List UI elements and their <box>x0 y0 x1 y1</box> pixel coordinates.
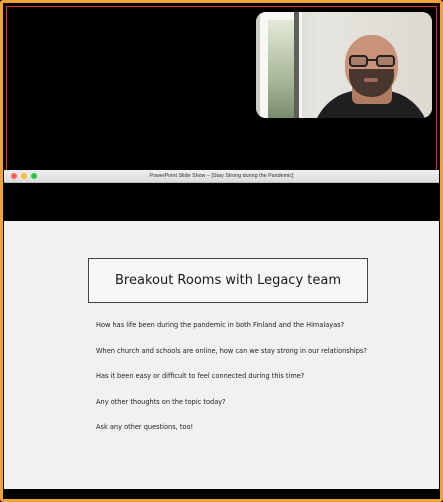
window-title: PowerPoint Slide Show – [Stay Strong dur… <box>149 173 294 179</box>
slide-question: When church and schools are online, how … <box>96 346 367 355</box>
participant-glasses <box>349 55 395 67</box>
participant-video-thumbnail[interactable] <box>256 12 432 118</box>
glasses-left-lens <box>349 55 368 67</box>
glasses-right-lens <box>376 55 395 67</box>
slide-letterbox-bottom <box>4 489 439 498</box>
presentation-slide[interactable]: Breakout Rooms with Legacy team How has … <box>4 221 439 489</box>
presentation-window-titlebar[interactable]: PowerPoint Slide Show – [Stay Strong dur… <box>4 170 439 183</box>
slide-letterbox-top <box>4 183 439 221</box>
slide-question: How has life been during the pandemic in… <box>96 321 345 329</box>
slide-title: Breakout Rooms with Legacy team <box>115 273 341 288</box>
slide-question: Ask any other questions, too! <box>96 423 194 431</box>
slide-question-list: How has life been during the pandemic in… <box>96 321 436 449</box>
video-window-bar <box>294 12 299 118</box>
participant-mouth <box>364 78 378 82</box>
slide-question: Has it been easy or difficult to feel co… <box>96 372 305 380</box>
slide-title-box: Breakout Rooms with Legacy team <box>88 258 368 303</box>
glasses-bridge <box>368 59 376 61</box>
video-window-glass <box>268 20 296 118</box>
slide-question: Any other thoughts on the topic today? <box>96 397 226 406</box>
